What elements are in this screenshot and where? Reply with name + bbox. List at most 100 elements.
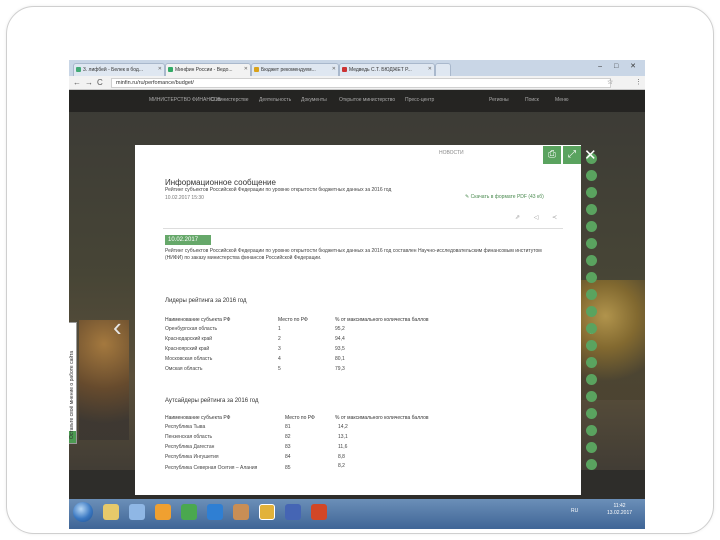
date-badge: 10.02.2017 [165, 235, 211, 245]
strip-icon[interactable] [586, 289, 597, 300]
table-cell: 80,1 [335, 356, 345, 362]
table-cell: 94,4 [335, 336, 345, 342]
close-tab-icon[interactable]: ✕ [158, 66, 162, 72]
table-cell: Республика Ингушетия [165, 454, 219, 460]
site-nav-item[interactable]: О министерстве [211, 97, 249, 103]
app-icon[interactable] [181, 504, 197, 520]
expand-icon[interactable]: ⤢ [563, 146, 581, 164]
clock-time: 11:42 [613, 503, 626, 509]
app-icon[interactable] [233, 504, 249, 520]
tab-label: Минфин России - Ведо... [175, 67, 233, 73]
table-header: % от максимального количества баллов [335, 317, 429, 323]
strip-icon[interactable] [586, 170, 597, 181]
browser-tab[interactable]: Бюджет рекомендуем... ✕ [251, 63, 339, 76]
print-icon[interactable]: ⎙ [543, 146, 561, 164]
table-header: Место по РФ [285, 415, 315, 421]
strip-icon[interactable] [586, 374, 597, 385]
tab-label: 3. лифбей - Белек в бод... [83, 67, 143, 73]
table-cell: Краснодарский край [165, 336, 213, 342]
powerpoint-icon[interactable] [311, 504, 327, 520]
site-nav-item[interactable]: Меню [555, 97, 569, 103]
os-taskbar: RU 11:42 13.02.2017 [69, 499, 645, 529]
outsiders-title: Аутсайдеры рейтинга за 2016 год [165, 398, 259, 404]
strip-icon[interactable] [586, 442, 597, 453]
browser-menu-icon[interactable]: ⋮ [635, 78, 642, 86]
close-tab-icon[interactable]: ✕ [332, 66, 336, 72]
app-icon[interactable] [129, 504, 145, 520]
close-tab-icon[interactable]: ✕ [428, 66, 432, 72]
website-background: МИНИСТЕРСТВО ФИНАНСОВ О министерстве Дея… [69, 90, 645, 499]
new-tab-button[interactable] [435, 63, 451, 76]
chrome-icon[interactable] [259, 504, 275, 520]
table-cell: Республика Тыва [165, 424, 206, 430]
share-icons[interactable]: ⇗ ◁ ≺ [515, 214, 563, 221]
strip-icon[interactable] [586, 272, 597, 283]
pdf-download-link[interactable]: ✎ Скачать в формате PDF (43 кб) [465, 194, 544, 200]
browser-tab[interactable]: Медведь С.Т. БЮДЖЕТ Р... ✕ [339, 63, 435, 76]
modal-datetime: 10.02.2017 15:30 [165, 195, 204, 201]
table-cell: 14,2 [338, 424, 348, 430]
strip-icon[interactable] [586, 425, 597, 436]
site-nav-item[interactable]: Поиск [525, 97, 539, 103]
ie-icon[interactable] [207, 504, 223, 520]
favicon-icon [76, 67, 81, 72]
table-cell: 85 [285, 465, 291, 471]
site-nav: МИНИСТЕРСТВО ФИНАНСОВ О министерстве Дея… [69, 90, 645, 112]
bookmark-star-icon[interactable]: ☆ [607, 78, 613, 86]
strip-icon[interactable] [586, 340, 597, 351]
chevron-left-icon[interactable]: ‹ [113, 312, 122, 343]
site-logo-text[interactable]: МИНИСТЕРСТВО ФИНАНСОВ [149, 97, 221, 103]
media-icon[interactable] [155, 504, 171, 520]
close-icon[interactable]: ✕ [584, 146, 597, 164]
feedback-side-tab[interactable]: Оставьте своё мнение о работе сайта [69, 322, 77, 444]
news-modal: Информационное сообщение Рейтинг субъект… [135, 145, 581, 495]
strip-icon[interactable] [586, 391, 597, 402]
table-cell: 2 [278, 336, 281, 342]
table-cell: 79,3 [335, 366, 345, 372]
clock-date: 13.02.2017 [607, 510, 633, 516]
news-link[interactable]: НОВОСТИ [439, 150, 464, 156]
url-field[interactable]: minfin.ru/ru/perfomance/budget/ [111, 78, 611, 88]
table-cell: Оренбургская область [165, 326, 218, 332]
clock[interactable]: 11:42 13.02.2017 [607, 503, 632, 517]
table-cell: Пензенская область [165, 434, 213, 440]
table-cell: Республика Дагестан [165, 444, 215, 450]
language-indicator[interactable]: RU [571, 508, 578, 514]
strip-icon[interactable] [586, 221, 597, 232]
strip-icon[interactable] [586, 204, 597, 215]
lead-paragraph: Рейтинг субъектов Российской Федерации п… [165, 248, 542, 261]
explorer-icon[interactable] [103, 504, 119, 520]
start-button[interactable] [73, 502, 93, 522]
browser-tab[interactable]: 3. лифбей - Белек в бод... ✕ [73, 63, 165, 76]
screenshot: 3. лифбей - Белек в бод... ✕ Минфин Росс… [69, 60, 645, 529]
site-nav-item[interactable]: Пресс-центр [405, 97, 434, 103]
back-icon[interactable]: ← [73, 78, 81, 87]
table-header: Наименование субъекта РФ [165, 415, 231, 421]
slide-frame: 3. лифбей - Белек в бод... ✕ Минфин Росс… [6, 6, 714, 534]
close-tab-icon[interactable]: ✕ [244, 66, 248, 72]
strip-icon[interactable] [586, 323, 597, 334]
strip-icon[interactable] [586, 408, 597, 419]
strip-icon[interactable] [586, 238, 597, 249]
word-icon[interactable] [285, 504, 301, 520]
site-nav-item[interactable]: Открытое министерство [339, 97, 395, 103]
strip-icon[interactable] [586, 306, 597, 317]
table-cell: 81 [285, 424, 291, 430]
reload-icon[interactable]: C [97, 78, 103, 87]
strip-icon[interactable] [586, 459, 597, 470]
strip-icon[interactable] [586, 187, 597, 198]
forward-icon[interactable]: → [85, 78, 93, 87]
modal-subtitle: Рейтинг субъектов Российской Федерации п… [165, 187, 392, 193]
table-cell: 5 [278, 366, 281, 372]
window-controls[interactable]: – □ ✕ [598, 62, 641, 70]
leaders-title: Лидеры рейтинга за 2016 год [165, 298, 247, 304]
browser-tab-active[interactable]: Минфин России - Ведо... ✕ [165, 63, 251, 76]
strip-icon[interactable] [586, 255, 597, 266]
strip-icon[interactable] [586, 357, 597, 368]
tab-label: Медведь С.Т. БЮДЖЕТ Р... [349, 67, 412, 73]
site-nav-item[interactable]: Документы [301, 97, 327, 103]
table-cell: 8,8 [338, 454, 345, 460]
site-nav-item[interactable]: Деятельность [259, 97, 291, 103]
site-nav-item[interactable]: Регионы [489, 97, 509, 103]
right-icon-strip [585, 153, 599, 483]
